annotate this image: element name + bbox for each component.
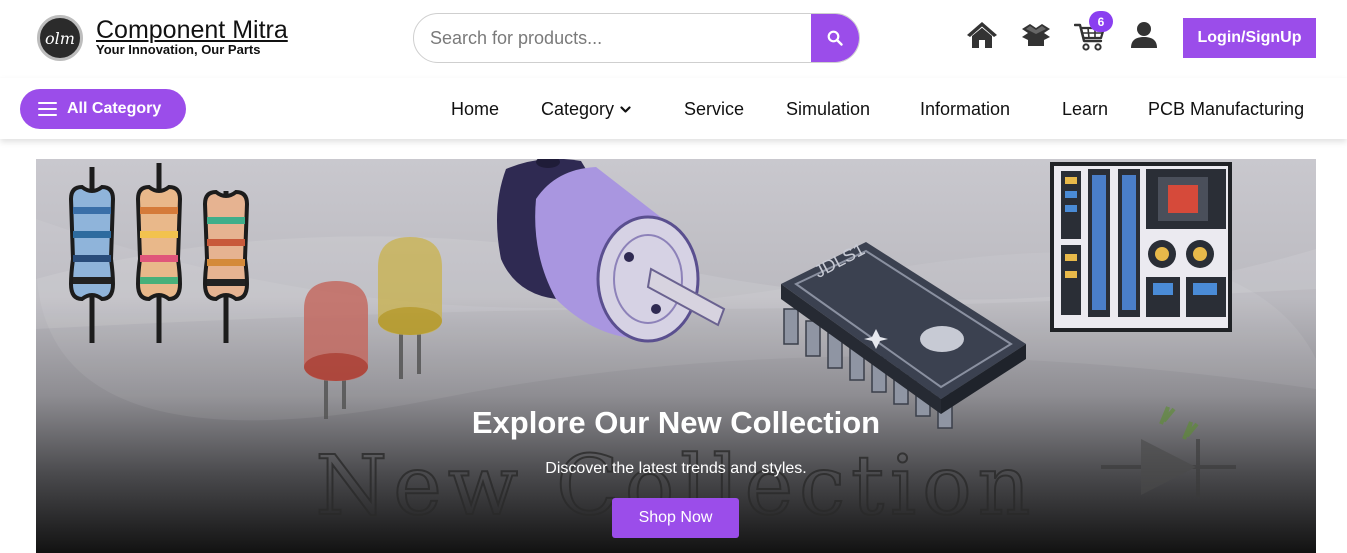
shop-now-button[interactable]: Shop Now	[612, 498, 739, 538]
hero-illustration: New Collection JDLS1	[36, 159, 1316, 535]
nav-pcb-manufacturing[interactable]: PCB Manufacturing	[1148, 97, 1304, 121]
hero-title: Explore Our New Collection	[471, 405, 881, 440]
brand-logo[interactable]: olm Component Mitra Your Innovation, Our…	[37, 15, 288, 61]
hero-subtitle: Discover the latest trends and styles.	[545, 460, 807, 477]
home-icon	[967, 22, 997, 48]
search-input[interactable]	[414, 14, 811, 62]
main-nav: All Category Home Category Service Simul…	[0, 78, 1347, 139]
user-icon	[1131, 22, 1157, 48]
nav-service[interactable]: Service	[684, 97, 744, 121]
brand-name[interactable]: Component Mitra	[96, 16, 288, 44]
orders-button[interactable]	[1020, 22, 1052, 48]
nav-simulation[interactable]: Simulation	[786, 97, 870, 121]
brand-tagline: Your Innovation, Our Parts	[96, 42, 261, 57]
all-category-button[interactable]: All Category	[20, 89, 186, 129]
search-icon	[827, 30, 843, 46]
box-icon	[1022, 24, 1050, 46]
nav-learn[interactable]: Learn	[1062, 97, 1108, 121]
menu-icon	[38, 102, 57, 116]
search-bar	[413, 13, 860, 63]
brand-text: Component Mitra Your Innovation, Our Par…	[96, 16, 288, 57]
nav-category-label: Category	[541, 99, 615, 119]
top-header: olm Component Mitra Your Innovation, Our…	[0, 0, 1347, 78]
circuit-board-illustration	[1050, 162, 1232, 332]
all-category-label: All Category	[67, 100, 162, 117]
nav-category[interactable]: Category	[541, 97, 631, 121]
search-button[interactable]	[811, 14, 859, 62]
nav-home[interactable]: Home	[451, 97, 499, 121]
cart-count-badge: 6	[1089, 11, 1113, 32]
hero-banner: New Collection JDLS1 Explore Our New Col…	[36, 159, 1316, 553]
account-button[interactable]	[1130, 21, 1158, 49]
chevron-down-icon	[620, 106, 631, 113]
home-button[interactable]	[966, 20, 998, 50]
login-signup-button[interactable]: Login/SignUp	[1183, 18, 1316, 58]
logo-mark: olm	[37, 15, 83, 61]
nav-information[interactable]: Information	[920, 97, 1010, 121]
